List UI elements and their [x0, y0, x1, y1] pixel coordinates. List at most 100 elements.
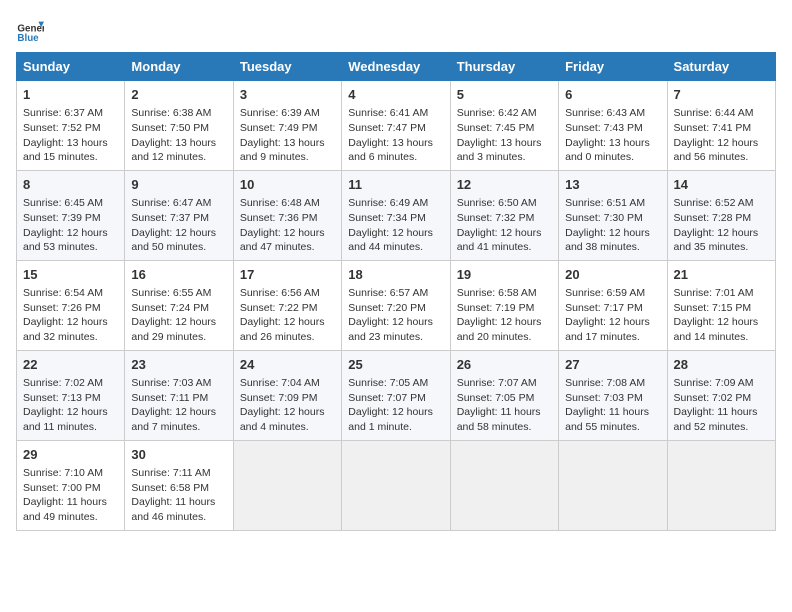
calendar-cell: 13 Sunrise: 6:51 AMSunset: 7:30 PMDayligh…	[559, 170, 667, 260]
cell-line: Sunset: 7:20 PM	[348, 301, 443, 316]
cell-line: Sunrise: 7:10 AM	[23, 466, 118, 481]
day-number: 22	[23, 356, 118, 374]
cell-line: Daylight: 12 hours	[348, 315, 443, 330]
cell-line: Sunset: 7:43 PM	[565, 121, 660, 136]
day-number: 13	[565, 176, 660, 194]
calendar-cell: 29Sunrise: 7:10 AMSunset: 7:00 PMDayligh…	[17, 440, 125, 530]
cell-line: and 50 minutes.	[131, 240, 226, 255]
cell-line: Sunrise: 6:47 AM	[131, 196, 226, 211]
cell-line: Sunrise: 7:09 AM	[674, 376, 769, 391]
cell-line: Sunset: 7:26 PM	[23, 301, 118, 316]
calendar-cell: 18Sunrise: 6:57 AMSunset: 7:20 PMDayligh…	[342, 260, 450, 350]
calendar-cell: 23Sunrise: 7:03 AMSunset: 7:11 PMDayligh…	[125, 350, 233, 440]
day-number: 30	[131, 446, 226, 464]
cell-line: Daylight: 13 hours	[457, 136, 552, 151]
calendar-cell	[233, 440, 341, 530]
cell-line: Sunrise: 6:52 AM	[674, 196, 769, 211]
calendar-cell: 17Sunrise: 6:56 AMSunset: 7:22 PMDayligh…	[233, 260, 341, 350]
cell-line: Daylight: 12 hours	[131, 315, 226, 330]
calendar-cell	[342, 440, 450, 530]
cell-line: and 29 minutes.	[131, 330, 226, 345]
logo-icon: General Blue	[16, 16, 44, 44]
cell-line: Daylight: 12 hours	[674, 226, 769, 241]
cell-line: Sunset: 7:07 PM	[348, 391, 443, 406]
cell-line: Daylight: 13 hours	[348, 136, 443, 151]
calendar-cell	[450, 440, 558, 530]
cell-line: Daylight: 12 hours	[131, 226, 226, 241]
day-number: 16	[131, 266, 226, 284]
cell-line: Daylight: 12 hours	[674, 315, 769, 330]
day-number: 9	[131, 176, 226, 194]
cell-line: Sunrise: 7:08 AM	[565, 376, 660, 391]
calendar-cell: 10Sunrise: 6:48 AMSunset: 7:36 PMDayligh…	[233, 170, 341, 260]
cell-line: Sunrise: 6:51 AM	[565, 196, 660, 211]
cell-line: and 12 minutes.	[131, 150, 226, 165]
calendar-cell: 14Sunrise: 6:52 AMSunset: 7:28 PMDayligh…	[667, 170, 775, 260]
cell-line: Sunrise: 6:37 AM	[23, 106, 118, 121]
cell-line: Sunset: 7:36 PM	[240, 211, 335, 226]
cell-line: Daylight: 11 hours	[457, 405, 552, 420]
calendar-cell: 27Sunrise: 7:08 AMSunset: 7:03 PMDayligh…	[559, 350, 667, 440]
cell-line: Daylight: 12 hours	[23, 405, 118, 420]
calendar-cell: 9Sunrise: 6:47 AMSunset: 7:37 PMDaylight…	[125, 170, 233, 260]
day-number: 1	[23, 86, 118, 104]
cell-line: and 55 minutes.	[565, 420, 660, 435]
cell-line: Sunrise: 6:43 AM	[565, 106, 660, 121]
cell-line: Sunset: 7:00 PM	[23, 481, 118, 496]
cell-line: Sunrise: 7:03 AM	[131, 376, 226, 391]
svg-text:Blue: Blue	[17, 33, 39, 44]
cell-line: and 35 minutes.	[674, 240, 769, 255]
cell-line: Sunrise: 7:01 AM	[674, 286, 769, 301]
cell-line: Daylight: 12 hours	[457, 315, 552, 330]
day-header-sunday: Sunday	[17, 53, 125, 81]
cell-line: Daylight: 13 hours	[23, 136, 118, 151]
day-number: 4	[348, 86, 443, 104]
cell-line: and 49 minutes.	[23, 510, 118, 525]
calendar-cell: 21Sunrise: 7:01 AMSunset: 7:15 PMDayligh…	[667, 260, 775, 350]
day-number: 20	[565, 266, 660, 284]
cell-line: and 14 minutes.	[674, 330, 769, 345]
cell-line: Sunrise: 6:49 AM	[348, 196, 443, 211]
cell-line: Daylight: 12 hours	[565, 226, 660, 241]
cell-line: Daylight: 12 hours	[565, 315, 660, 330]
day-number: 6	[565, 86, 660, 104]
calendar-cell: 25Sunrise: 7:05 AMSunset: 7:07 PMDayligh…	[342, 350, 450, 440]
cell-line: Sunset: 7:09 PM	[240, 391, 335, 406]
cell-line: Sunrise: 6:55 AM	[131, 286, 226, 301]
cell-line: and 3 minutes.	[457, 150, 552, 165]
cell-line: Sunrise: 7:04 AM	[240, 376, 335, 391]
logo: General Blue	[16, 16, 48, 44]
cell-line: Sunset: 7:34 PM	[348, 211, 443, 226]
day-number: 2	[131, 86, 226, 104]
calendar-cell: 5 Sunrise: 6:42 AMSunset: 7:45 PMDaylight…	[450, 81, 558, 171]
cell-line: Sunset: 7:30 PM	[565, 211, 660, 226]
cell-line: Sunset: 7:41 PM	[674, 121, 769, 136]
cell-line: Sunrise: 6:54 AM	[23, 286, 118, 301]
calendar-cell: 26Sunrise: 7:07 AMSunset: 7:05 PMDayligh…	[450, 350, 558, 440]
cell-line: and 41 minutes.	[457, 240, 552, 255]
day-number: 11	[348, 176, 443, 194]
day-number: 23	[131, 356, 226, 374]
cell-line: Daylight: 11 hours	[131, 495, 226, 510]
cell-line: and 38 minutes.	[565, 240, 660, 255]
cell-line: Sunrise: 7:07 AM	[457, 376, 552, 391]
cell-line: Sunset: 7:17 PM	[565, 301, 660, 316]
day-header-tuesday: Tuesday	[233, 53, 341, 81]
cell-line: Sunset: 7:45 PM	[457, 121, 552, 136]
day-number: 27	[565, 356, 660, 374]
cell-line: Sunset: 7:22 PM	[240, 301, 335, 316]
cell-line: Sunrise: 6:42 AM	[457, 106, 552, 121]
day-header-saturday: Saturday	[667, 53, 775, 81]
calendar-cell: 1Sunrise: 6:37 AMSunset: 7:52 PMDaylight…	[17, 81, 125, 171]
cell-line: Sunrise: 6:39 AM	[240, 106, 335, 121]
calendar-cell	[667, 440, 775, 530]
cell-line: and 58 minutes.	[457, 420, 552, 435]
cell-line: Sunset: 7:49 PM	[240, 121, 335, 136]
day-number: 12	[457, 176, 552, 194]
day-number: 5	[457, 86, 552, 104]
cell-line: Sunset: 7:24 PM	[131, 301, 226, 316]
cell-line: Sunrise: 6:48 AM	[240, 196, 335, 211]
cell-line: and 44 minutes.	[348, 240, 443, 255]
day-number: 17	[240, 266, 335, 284]
day-number: 8	[23, 176, 118, 194]
